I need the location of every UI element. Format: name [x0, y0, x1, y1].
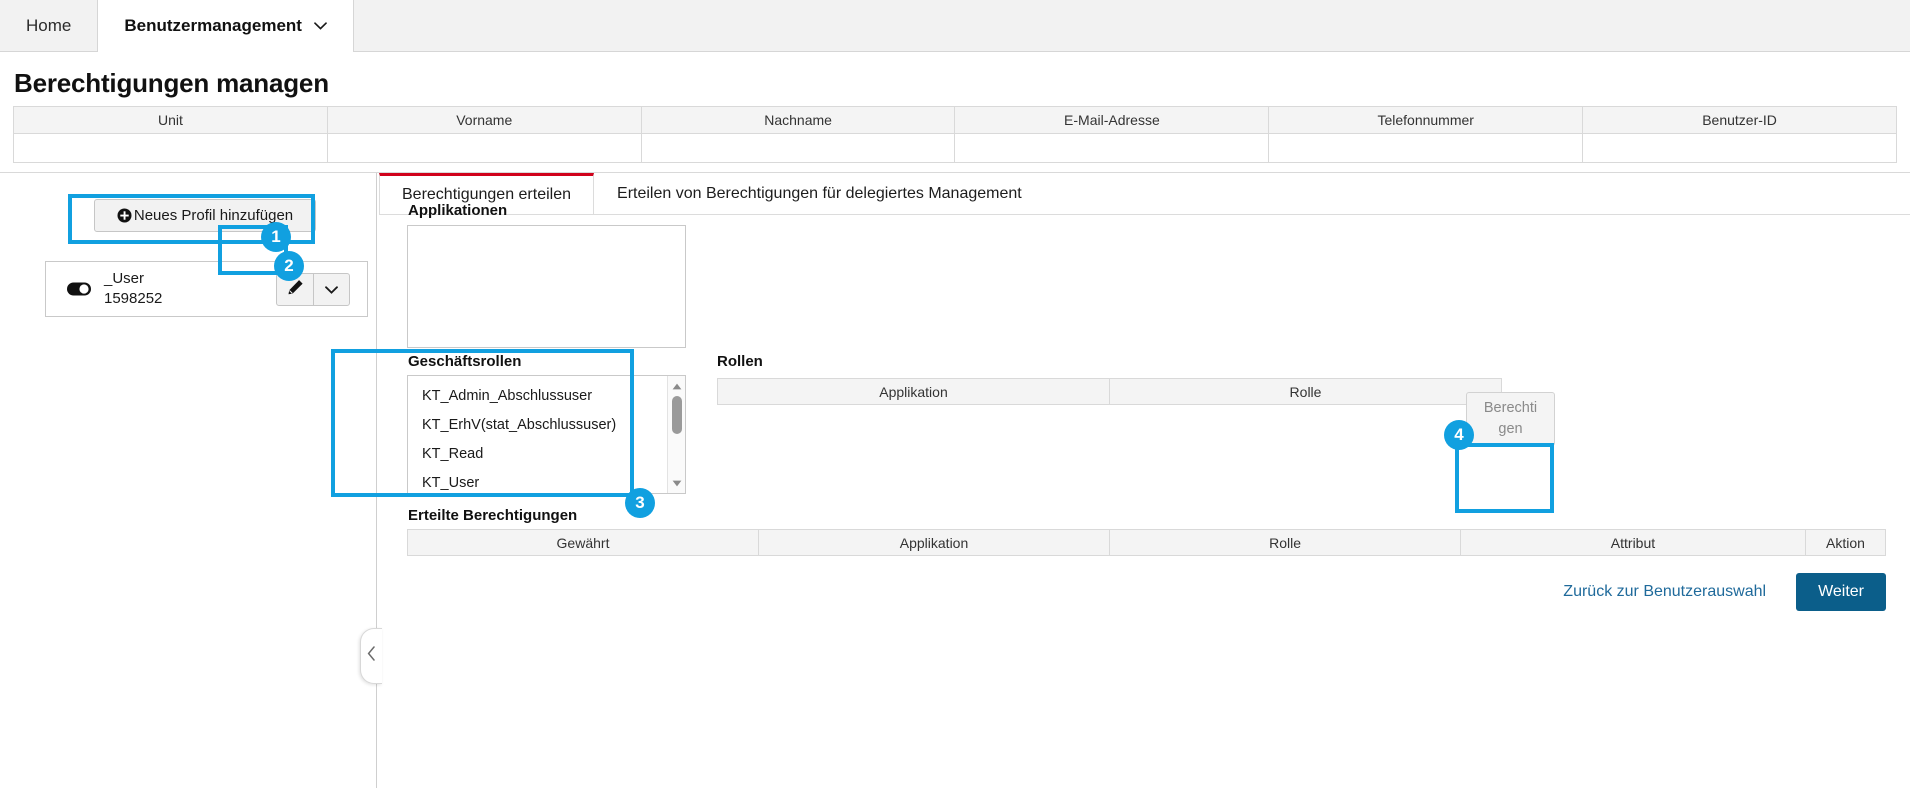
chevron-left-icon: [367, 646, 376, 666]
pencil-icon: [287, 279, 304, 301]
permissions-panel: Berechtigungen erteilen Erteilen von Ber…: [378, 173, 1910, 788]
column-header-vorname: Vorname: [326, 106, 642, 134]
berechtigen-label-line1: Berechti: [1483, 399, 1538, 416]
user-info-table: Unit Vorname Nachname E-Mail-Adresse Tel…: [13, 106, 1897, 163]
collapse-panel-button[interactable]: [360, 628, 382, 684]
annotation-badge-4: 4: [1444, 420, 1474, 450]
nav-item-benutzermanagement[interactable]: Benutzermanagement: [97, 0, 354, 52]
cell-nachname: [640, 133, 956, 163]
cell-vorname: [326, 133, 642, 163]
list-item[interactable]: KT_ErhV(stat_Abschlussuser): [422, 411, 666, 440]
geschaeftsrollen-label: Geschäftsrollen: [408, 353, 522, 370]
berechtigen-button-label: Berechti gen: [1484, 398, 1537, 440]
column-header-nachname: Nachname: [640, 106, 956, 134]
erteilte-table-header-row: Gewährt Applikation Rolle Attribut Aktio…: [406, 529, 1887, 556]
erteilte-berechtigungen-label: Erteilte Berechtigungen: [408, 507, 578, 524]
column-header-aktion: Aktion: [1804, 529, 1887, 556]
profile-name: _User: [104, 269, 145, 287]
column-header-attribut: Attribut: [1460, 529, 1806, 556]
add-new-profile-label: Neues Profil hinzufügen: [133, 207, 294, 224]
column-header-telefon: Telefonnummer: [1268, 106, 1584, 134]
list-item[interactable]: KT_Admin_Abschlussuser: [422, 382, 666, 411]
profile-card[interactable]: _User 1598252: [45, 261, 368, 317]
cell-unit: [13, 133, 328, 163]
page-title: Berechtigungen managen: [14, 68, 329, 98]
column-header-rolle: Rolle: [1109, 378, 1502, 405]
tab-underline: [379, 214, 1910, 215]
tab-delegiertes-management-label: Erteilen von Berechtigungen für delegier…: [617, 185, 1022, 202]
erteilte-berechtigungen-table: Gewährt Applikation Rolle Attribut Aktio…: [406, 529, 1887, 556]
list-item[interactable]: KT_User: [422, 469, 666, 493]
geschaeftsrollen-options: KT_Admin_Abschlussuser KT_ErhV(stat_Absc…: [408, 376, 666, 493]
plus-circle-icon: [117, 208, 132, 223]
column-header-applikation: Applikation: [758, 529, 1111, 556]
annotation-badge-2: 2: [274, 251, 304, 281]
table-row: [13, 133, 1897, 163]
rollen-table: Applikation Rolle: [717, 378, 1502, 405]
geschaeftsrollen-listbox[interactable]: KT_Admin_Abschlussuser KT_ErhV(stat_Absc…: [407, 375, 686, 494]
nav-item-home-label: Home: [26, 15, 72, 35]
column-header-rolle: Rolle: [1109, 529, 1462, 556]
next-button[interactable]: Weiter: [1796, 573, 1886, 611]
geschaeftsrollen-scrollbar[interactable]: [667, 376, 685, 493]
applikationen-listbox[interactable]: [407, 225, 686, 348]
cell-benutzerid: [1582, 133, 1897, 163]
profile-info: _User 1598252: [104, 269, 162, 310]
cell-email: [954, 133, 1270, 163]
chevron-down-icon: [314, 22, 327, 30]
cell-telefon: [1268, 133, 1584, 163]
berechtigen-button[interactable]: Berechti gen: [1466, 392, 1555, 446]
scroll-down-arrow-icon[interactable]: [668, 475, 685, 491]
back-to-user-selection-link[interactable]: Zurück zur Benutzerauswahl: [1563, 583, 1766, 601]
column-header-benutzerid: Benutzer-ID: [1582, 106, 1897, 134]
annotation-badge-1: 1: [261, 222, 291, 252]
applikationen-label: Applikationen: [408, 202, 508, 219]
column-header-unit: Unit: [13, 106, 328, 134]
scrollbar-thumb[interactable]: [672, 396, 682, 434]
column-header-applikation: Applikation: [717, 378, 1110, 405]
rollen-label: Rollen: [717, 353, 763, 370]
list-item[interactable]: KT_Read: [422, 440, 666, 469]
profile-sidebar: Neues Profil hinzufügen _User 1598252: [0, 173, 377, 788]
scroll-up-arrow-icon[interactable]: [668, 378, 685, 394]
user-info-table-header-row: Unit Vorname Nachname E-Mail-Adresse Tel…: [13, 106, 1897, 134]
profile-more-button[interactable]: [313, 274, 349, 305]
nav-item-home[interactable]: Home: [0, 0, 97, 51]
footer-actions: Zurück zur Benutzerauswahl Weiter: [1563, 573, 1886, 611]
tab-delegiertes-management[interactable]: Erteilen von Berechtigungen für delegier…: [594, 173, 1045, 215]
toggle-icon[interactable]: [66, 281, 92, 297]
top-navigation: Home Benutzermanagement: [0, 0, 1910, 52]
berechtigen-label-line2: gen: [1498, 421, 1523, 437]
rollen-table-header-row: Applikation Rolle: [717, 378, 1502, 405]
nav-item-benutzermanagement-label: Benutzermanagement: [124, 16, 302, 35]
column-header-email: E-Mail-Adresse: [954, 106, 1270, 134]
column-header-gewaehrt: Gewährt: [406, 529, 760, 556]
chevron-down-icon: [325, 281, 338, 299]
annotation-badge-3: 3: [625, 488, 655, 518]
profile-id: 1598252: [104, 290, 163, 307]
